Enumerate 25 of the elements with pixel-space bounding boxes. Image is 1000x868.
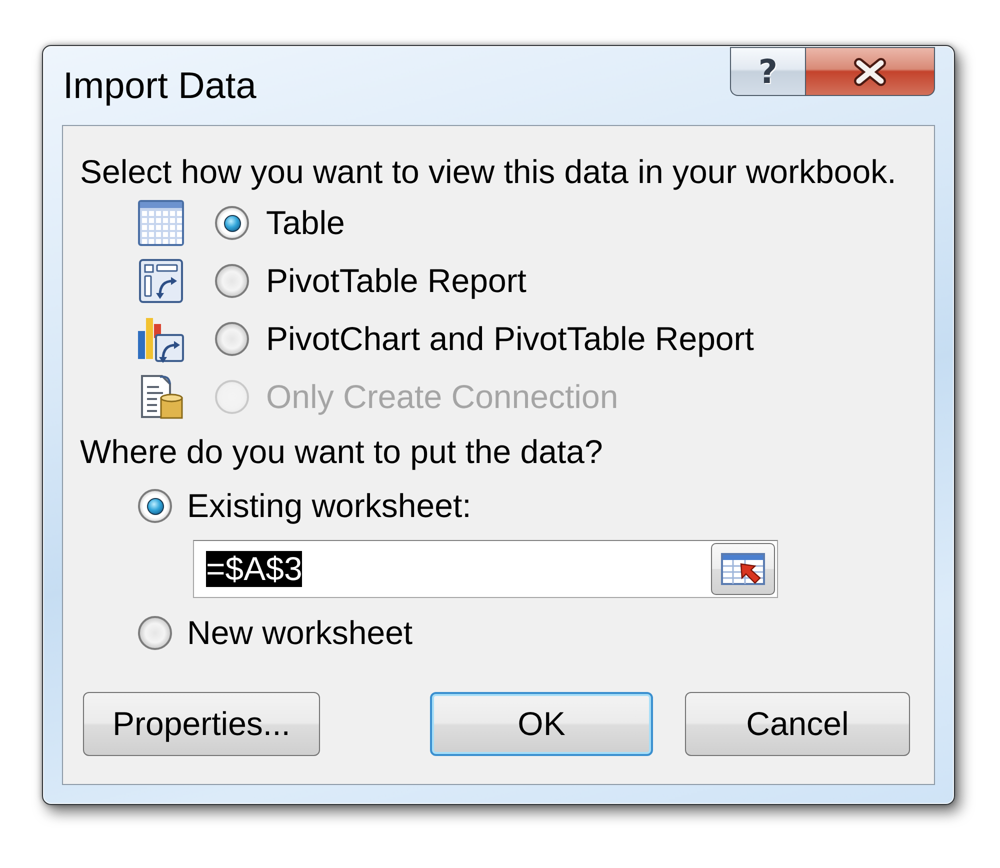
radio-label[interactable]: New worksheet xyxy=(187,613,413,653)
chart-table-icon xyxy=(137,315,185,363)
pivot-table-icon xyxy=(137,257,185,305)
close-button[interactable] xyxy=(805,47,935,96)
radio-button[interactable] xyxy=(215,206,249,240)
collapse-dialog-button[interactable] xyxy=(711,543,775,595)
radio-button[interactable] xyxy=(138,489,172,523)
prompt-text: Select how you want to view this data in your workbook. xyxy=(80,152,898,192)
radio-label[interactable]: Existing worksheet: xyxy=(187,486,472,526)
radio-button[interactable] xyxy=(138,616,172,650)
window-title: Import Data xyxy=(62,64,256,108)
ok-button[interactable]: OK xyxy=(430,692,653,756)
properties-button[interactable]: Properties... xyxy=(83,692,320,756)
radio-button[interactable] xyxy=(215,264,249,298)
radio-label[interactable]: PivotChart and PivotTable Report xyxy=(266,319,754,359)
field-value: =$A$3 xyxy=(206,551,302,587)
close-icon xyxy=(852,58,888,86)
cell-reference-field[interactable]: =$A$3 xyxy=(193,540,778,598)
radio-button[interactable] xyxy=(215,322,249,356)
cancel-button[interactable]: Cancel xyxy=(685,692,910,756)
prompt-text: Where do you want to put the data? xyxy=(80,432,604,472)
radio-label[interactable]: PivotTable Report xyxy=(266,261,526,301)
table-icon xyxy=(137,199,185,247)
help-button[interactable]: ? xyxy=(730,47,805,96)
radio-label[interactable]: Table xyxy=(266,203,345,243)
